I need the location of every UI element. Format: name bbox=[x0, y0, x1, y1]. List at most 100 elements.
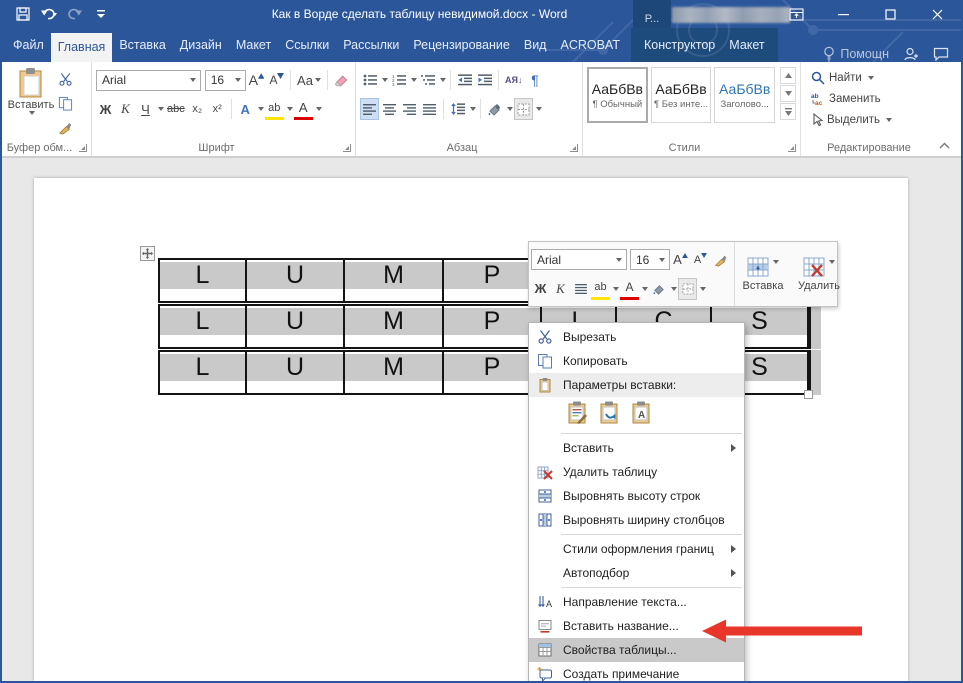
customize-quick-access-icon[interactable] bbox=[90, 3, 112, 25]
mini-format-painter-icon[interactable] bbox=[711, 249, 730, 271]
numbering-button[interactable]: 123 bbox=[389, 69, 408, 91]
menu-item-autofit[interactable]: Автоподбор bbox=[529, 561, 744, 585]
paste-button[interactable]: Вставить bbox=[6, 67, 56, 138]
numbering-dropdown-arrow[interactable] bbox=[411, 78, 417, 82]
line-spacing-button[interactable] bbox=[448, 98, 467, 120]
tab-references[interactable]: Ссылки bbox=[278, 28, 336, 62]
align-right-button[interactable] bbox=[400, 98, 419, 120]
select-button[interactable]: Выделить bbox=[811, 109, 933, 130]
clipboard-dialog-launcher-icon[interactable] bbox=[79, 144, 87, 152]
tab-table-design[interactable]: Конструктор bbox=[637, 28, 722, 62]
justify-button[interactable] bbox=[420, 98, 439, 120]
collapse-ribbon-icon[interactable] bbox=[935, 138, 953, 152]
comments-icon[interactable] bbox=[933, 47, 949, 61]
mini-highlight-button[interactable]: ab bbox=[591, 278, 610, 300]
table-resize-handle[interactable] bbox=[804, 390, 813, 399]
styles-dialog-launcher-icon[interactable] bbox=[788, 144, 796, 152]
paste-dropdown-arrow[interactable] bbox=[29, 111, 35, 115]
cut-icon[interactable] bbox=[56, 69, 75, 91]
maximize-icon[interactable] bbox=[867, 0, 914, 28]
grow-font-icon[interactable]: A bbox=[247, 69, 267, 91]
styles-more-icon[interactable] bbox=[780, 103, 796, 120]
mini-grow-font-icon[interactable]: A bbox=[671, 249, 690, 271]
table-cell[interactable]: L bbox=[160, 260, 247, 301]
strikethrough-button[interactable]: abc bbox=[165, 98, 187, 120]
borders-dropdown-arrow[interactable] bbox=[536, 107, 542, 111]
style-normal[interactable]: АаБбВв¶ Обычный bbox=[587, 67, 648, 123]
highlight-dropdown-arrow[interactable] bbox=[287, 107, 293, 111]
font-color-button[interactable]: А bbox=[294, 98, 313, 120]
subscript-button[interactable]: x₂ bbox=[188, 98, 207, 120]
tab-review[interactable]: Рецензирование bbox=[406, 28, 517, 62]
mini-delete-button[interactable]: Удалить bbox=[791, 242, 847, 306]
table-cell[interactable]: U bbox=[247, 306, 345, 347]
underline-dropdown-arrow[interactable] bbox=[158, 107, 164, 111]
increase-indent-icon[interactable] bbox=[475, 69, 494, 91]
table-cell[interactable]: M bbox=[345, 352, 444, 393]
italic-button[interactable]: К bbox=[116, 98, 135, 120]
text-effects-button[interactable]: А bbox=[236, 98, 255, 120]
table-move-handle[interactable] bbox=[140, 246, 155, 261]
menu-item-distribute-rows[interactable]: Выровнять высоту строк bbox=[529, 484, 744, 508]
underline-button[interactable]: Ч bbox=[136, 98, 155, 120]
paste-keep-text-only-icon[interactable]: A bbox=[629, 400, 655, 426]
shrink-font-icon[interactable]: A bbox=[267, 69, 286, 91]
mini-insert-button[interactable]: Вставка bbox=[735, 242, 791, 306]
close-icon[interactable] bbox=[914, 0, 961, 28]
mini-font-size-combo[interactable]: 16 bbox=[630, 249, 670, 270]
mini-font-color-button[interactable]: А bbox=[620, 278, 639, 300]
mini-shading-icon[interactable] bbox=[649, 278, 668, 300]
tab-insert[interactable]: Вставка bbox=[112, 28, 172, 62]
paragraph-dialog-launcher-icon[interactable] bbox=[570, 144, 578, 152]
table-cell[interactable]: M bbox=[345, 260, 444, 301]
style-no-spacing[interactable]: АаБбВв¶ Без инте... bbox=[651, 67, 712, 123]
bullets-button[interactable] bbox=[360, 69, 379, 91]
mini-borders-icon[interactable] bbox=[678, 278, 697, 300]
decrease-indent-icon[interactable] bbox=[455, 69, 474, 91]
paste-merge-formatting-icon[interactable] bbox=[597, 400, 623, 426]
font-dialog-launcher-icon[interactable] bbox=[343, 144, 351, 152]
table-cell[interactable]: U bbox=[247, 352, 345, 393]
styles-scroll-down-icon[interactable] bbox=[780, 85, 796, 102]
bold-button[interactable]: Ж bbox=[96, 98, 115, 120]
menu-item-copy[interactable]: Копировать bbox=[529, 349, 744, 373]
menu-item-new-comment[interactable]: Создать примечание bbox=[529, 662, 744, 683]
borders-button[interactable] bbox=[514, 98, 533, 120]
minimize-icon[interactable] bbox=[820, 0, 867, 28]
line-spacing-dropdown-arrow[interactable] bbox=[470, 107, 476, 111]
tell-me-help[interactable]: Помощн bbox=[823, 46, 889, 62]
show-paragraph-marks-button[interactable]: ¶ bbox=[525, 69, 544, 91]
find-button[interactable]: Найти bbox=[811, 67, 933, 88]
highlight-button[interactable]: ab bbox=[265, 98, 284, 120]
multilevel-list-button[interactable] bbox=[418, 69, 437, 91]
copy-icon[interactable] bbox=[56, 93, 75, 115]
mini-italic-button[interactable]: К bbox=[551, 278, 570, 300]
mini-bold-button[interactable]: Ж bbox=[531, 278, 550, 300]
table-cell[interactable]: L bbox=[160, 306, 247, 347]
font-color-dropdown-arrow[interactable] bbox=[316, 107, 322, 111]
ribbon-display-options-icon[interactable] bbox=[773, 0, 820, 28]
text-effects-dropdown-arrow[interactable] bbox=[258, 107, 264, 111]
table-cell[interactable]: M bbox=[345, 306, 444, 347]
change-case-button[interactable]: Aa bbox=[295, 69, 322, 91]
sort-button[interactable]: АЯ↓ bbox=[503, 69, 524, 91]
multilevel-dropdown-arrow[interactable] bbox=[440, 78, 446, 82]
align-left-button[interactable] bbox=[360, 98, 379, 120]
tab-mailings[interactable]: Рассылки bbox=[336, 28, 406, 62]
tab-home[interactable]: Главная bbox=[51, 33, 113, 62]
menu-item-insert[interactable]: Вставить bbox=[529, 436, 744, 460]
replace-button[interactable]: abac Заменить bbox=[811, 88, 933, 109]
tab-table-layout[interactable]: Макет bbox=[722, 28, 771, 62]
share-person-icon[interactable] bbox=[903, 47, 919, 62]
tab-view[interactable]: Вид bbox=[517, 28, 554, 62]
shading-button[interactable] bbox=[485, 98, 504, 120]
save-icon[interactable] bbox=[12, 3, 34, 25]
bullets-dropdown-arrow[interactable] bbox=[382, 78, 388, 82]
tab-acrobat[interactable]: ACROBAT bbox=[553, 28, 627, 62]
mini-shrink-font-icon[interactable]: A bbox=[691, 249, 710, 271]
menu-item-delete-table[interactable]: Удалить таблицу bbox=[529, 460, 744, 484]
styles-scroll-up-icon[interactable] bbox=[780, 67, 796, 84]
font-name-combo[interactable]: Arial bbox=[96, 70, 201, 91]
superscript-button[interactable]: x² bbox=[208, 98, 227, 120]
menu-item-distribute-columns[interactable]: Выровнять ширину столбцов bbox=[529, 508, 744, 532]
